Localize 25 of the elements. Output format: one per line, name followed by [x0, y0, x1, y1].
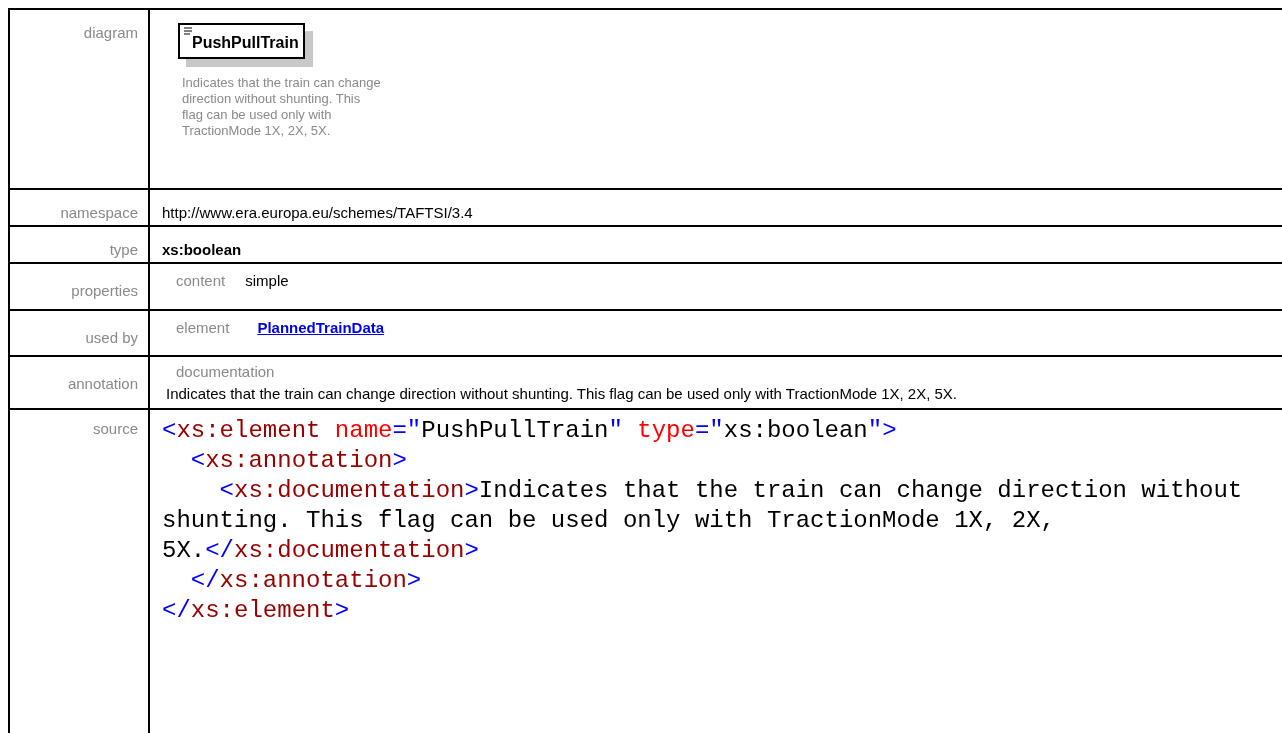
row-label: namespace	[60, 203, 138, 223]
namespace-value: http://www.era.europa.eu/schemes/TAFTSI/3.4	[161, 203, 473, 223]
code-line: <xs:documentation>Indicates that the train can change direction without	[218, 475, 1243, 506]
element-description: Indicates that the train can change direction without shunting. This flag can be used only with TractionMode 1X, 2X, 5X.	[182, 75, 382, 140]
row-label: diagram	[83, 23, 138, 43]
code-line: </xs:annotation>	[189, 565, 422, 596]
code-line: <xs:element name="PushPullTrain" type="xs:boolean">	[162, 415, 897, 446]
row-label: source	[92, 418, 138, 439]
type-value: xs:boolean	[161, 240, 242, 260]
code-line: 5X.</xs:documentation>	[162, 535, 479, 566]
row-label: type	[109, 240, 138, 260]
element-name: PushPullTrain	[192, 33, 299, 53]
lines-icon	[184, 27, 192, 35]
documentation-text: Indicates that the train can change direction without shunting. This flag can be used only with TractionMode 1X, 2X, 5X.	[166, 383, 959, 404]
usage-kind: element	[176, 317, 230, 338]
documentation-label: documentation	[176, 362, 276, 382]
row-label: properties	[71, 281, 138, 301]
element-link[interactable]: PlannedTrainData	[257, 316, 385, 339]
code-line: <xs:annotation>	[189, 445, 407, 476]
code-line: shunting. This flag can be used only with TractionMode 1X, 2X,	[162, 505, 1055, 536]
row-label: annotation	[67, 374, 138, 394]
code-line: </xs:element>	[162, 595, 350, 626]
property-name: content	[176, 271, 226, 291]
property-value: simple	[245, 271, 289, 291]
row-label: used by	[85, 327, 138, 348]
